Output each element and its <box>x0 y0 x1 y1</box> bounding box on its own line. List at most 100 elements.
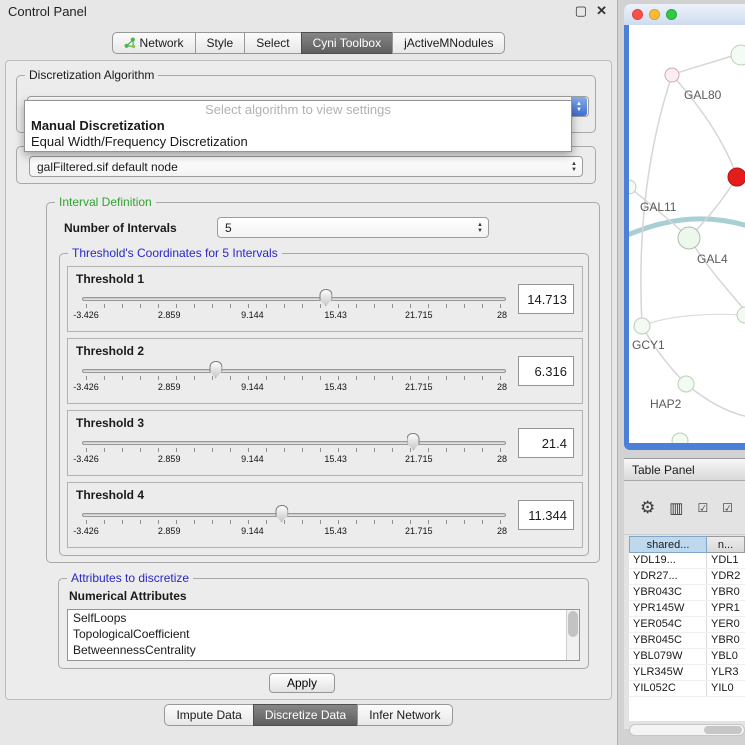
cell[interactable]: YBR0 <box>707 633 745 648</box>
tab-discretize-data[interactable]: Discretize Data <box>253 704 358 726</box>
threshold-label: Threshold 4 <box>76 488 144 502</box>
list-item[interactable]: SelfLoops <box>68 610 579 626</box>
threshold-3-panel: Threshold 3 -3.426 2.859 9.144 15.43 21.… <box>67 410 583 476</box>
tab-jactivemnodules[interactable]: jActiveMNodules <box>392 32 505 54</box>
threshold-1-value-field[interactable]: 14.713 <box>518 284 574 314</box>
cell[interactable]: YBL0 <box>707 649 745 664</box>
scale-label: 2.859 <box>158 454 181 464</box>
threshold-4-slider-thumb[interactable] <box>275 505 288 522</box>
number-of-intervals-combobox[interactable]: 5 ▲ ▼ <box>217 217 489 238</box>
table-row[interactable]: YER054C YER0 <box>629 617 745 633</box>
table-row[interactable]: YDR27... YDR2 <box>629 569 745 585</box>
titlebar: Control Panel ▢ ✕ <box>0 0 617 22</box>
table-panel-title: Table Panel <box>632 463 695 477</box>
table-row[interactable]: YBR043C YBR0 <box>629 585 745 601</box>
threshold-1-slider[interactable]: -3.426 2.859 9.144 15.43 21.715 28 <box>82 289 506 329</box>
cell[interactable]: YPR1 <box>707 601 745 616</box>
threshold-4-value-field[interactable]: 11.344 <box>518 500 574 530</box>
threshold-2-slider[interactable]: -3.426 2.859 9.144 15.43 21.715 28 <box>82 361 506 401</box>
list-item[interactable]: BetweennessCentrality <box>68 642 579 658</box>
screen: Control Panel ▢ ✕ Network Style Select <box>0 0 745 745</box>
combobox-stepper-icon[interactable]: ▲ ▼ <box>474 222 486 234</box>
tab-network[interactable]: Network <box>112 32 196 54</box>
cell[interactable]: YLR3 <box>707 665 745 680</box>
tab-infer-network[interactable]: Infer Network <box>357 704 452 726</box>
cell[interactable]: YDR27... <box>629 569 707 584</box>
cyni-toolbox-panel: Discretization Algorithm ▲ ▼ Select algo… <box>5 60 612 700</box>
threshold-4-slider[interactable]: -3.426 2.859 9.144 15.43 21.715 28 <box>82 505 506 545</box>
network-node[interactable] <box>678 376 694 392</box>
network-node[interactable] <box>737 307 745 323</box>
dropdown-option-manual-discretization[interactable]: Manual Discretization <box>25 118 571 134</box>
cell[interactable]: YER0 <box>707 617 745 632</box>
group-title: Threshold's Coordinates for 5 Intervals <box>68 246 282 260</box>
scale-label: -3.426 <box>73 310 99 320</box>
node-label: GAL80 <box>684 88 722 102</box>
tab-cyni-toolbox[interactable]: Cyni Toolbox <box>301 32 393 54</box>
cell[interactable]: YLR345W <box>629 665 707 680</box>
select-all-icon[interactable]: ☑ <box>697 501 708 515</box>
table-row[interactable]: YBL079W YBL0 <box>629 649 745 665</box>
table-row[interactable]: YPR145W YPR1 <box>629 601 745 617</box>
cell[interactable]: YDL1 <box>707 553 745 568</box>
list-item[interactable]: TopologicalCoefficient <box>68 626 579 642</box>
scale-label: 9.144 <box>241 454 264 464</box>
table-row[interactable]: YBR045C YBR0 <box>629 633 745 649</box>
dropdown-option-equal-width-frequency[interactable]: Equal Width/Frequency Discretization <box>25 134 571 150</box>
table-horizontal-scrollbar[interactable] <box>629 724 745 736</box>
network-node[interactable] <box>678 227 700 249</box>
table-row[interactable]: YLR345W YLR3 <box>629 665 745 681</box>
network-node[interactable] <box>731 45 745 65</box>
cell[interactable]: YBR043C <box>629 585 707 600</box>
network-canvas[interactable]: GAL80 GAL11 GAL4 GCY1 HAP2 <box>629 25 745 443</box>
cell[interactable]: YDR2 <box>707 569 745 584</box>
threshold-2-slider-thumb[interactable] <box>209 361 222 378</box>
table-data-combobox[interactable]: galFiltered.sif default node ▲ ▼ <box>29 156 583 177</box>
tab-style[interactable]: Style <box>195 32 246 54</box>
gear-icon[interactable]: ⚙ <box>640 498 655 518</box>
scale-label: 21.715 <box>405 382 433 392</box>
scrollbar-thumb[interactable] <box>704 726 742 734</box>
cell[interactable]: YER054C <box>629 617 707 632</box>
cell[interactable]: YBR0 <box>707 585 745 600</box>
network-node-highlighted[interactable] <box>728 168 745 186</box>
network-node[interactable] <box>634 318 650 334</box>
table-panel-titlebar[interactable]: Table Panel <box>624 458 745 481</box>
list-vertical-scrollbar[interactable] <box>566 610 579 660</box>
minimize-button[interactable] <box>649 9 660 20</box>
threshold-1-slider-thumb[interactable] <box>319 289 332 306</box>
cell[interactable]: YIL0 <box>707 681 745 696</box>
network-node[interactable] <box>665 68 679 82</box>
cell[interactable]: YIL052C <box>629 681 707 696</box>
close-button[interactable] <box>632 9 643 20</box>
columns-icon[interactable]: ▥ <box>669 499 683 517</box>
cell[interactable]: YBR045C <box>629 633 707 648</box>
network-node[interactable] <box>672 433 688 443</box>
node-label: HAP2 <box>650 397 682 411</box>
apply-button[interactable]: Apply <box>269 673 335 693</box>
threshold-3-slider-thumb[interactable] <box>407 433 420 450</box>
table-row[interactable]: YDL19... YDL1 <box>629 553 745 569</box>
threshold-3-slider[interactable]: -3.426 2.859 9.144 15.43 21.715 28 <box>82 433 506 473</box>
combobox-stepper-icon[interactable]: ▲ ▼ <box>571 97 587 116</box>
cell[interactable]: YPR145W <box>629 601 707 616</box>
tab-select[interactable]: Select <box>244 32 301 54</box>
select-none-icon[interactable]: ☑ <box>722 501 733 515</box>
cell[interactable]: YBL079W <box>629 649 707 664</box>
threshold-3-value-field[interactable]: 21.4 <box>518 428 574 458</box>
cell[interactable]: YDL19... <box>629 553 707 568</box>
float-window-icon[interactable]: ▢ <box>575 3 587 19</box>
tab-impute-data[interactable]: Impute Data <box>164 704 253 726</box>
panel-tab-bar: Network Style Select Cyni Toolbox jActiv… <box>0 32 618 54</box>
column-header-name[interactable]: n... <box>707 536 745 553</box>
threshold-2-value-field[interactable]: 6.316 <box>518 356 574 386</box>
combobox-stepper-icon[interactable]: ▲ ▼ <box>568 161 580 173</box>
close-icon[interactable]: ✕ <box>596 3 607 19</box>
edge <box>642 314 741 326</box>
table-row[interactable]: YIL052C YIL0 <box>629 681 745 697</box>
tab-label: jActiveMNodules <box>404 36 493 50</box>
arrow-down-icon: ▼ <box>571 167 577 173</box>
zoom-button[interactable] <box>666 9 677 20</box>
column-header-shared-name[interactable]: shared... <box>629 536 707 553</box>
scrollbar-thumb[interactable] <box>568 611 578 637</box>
